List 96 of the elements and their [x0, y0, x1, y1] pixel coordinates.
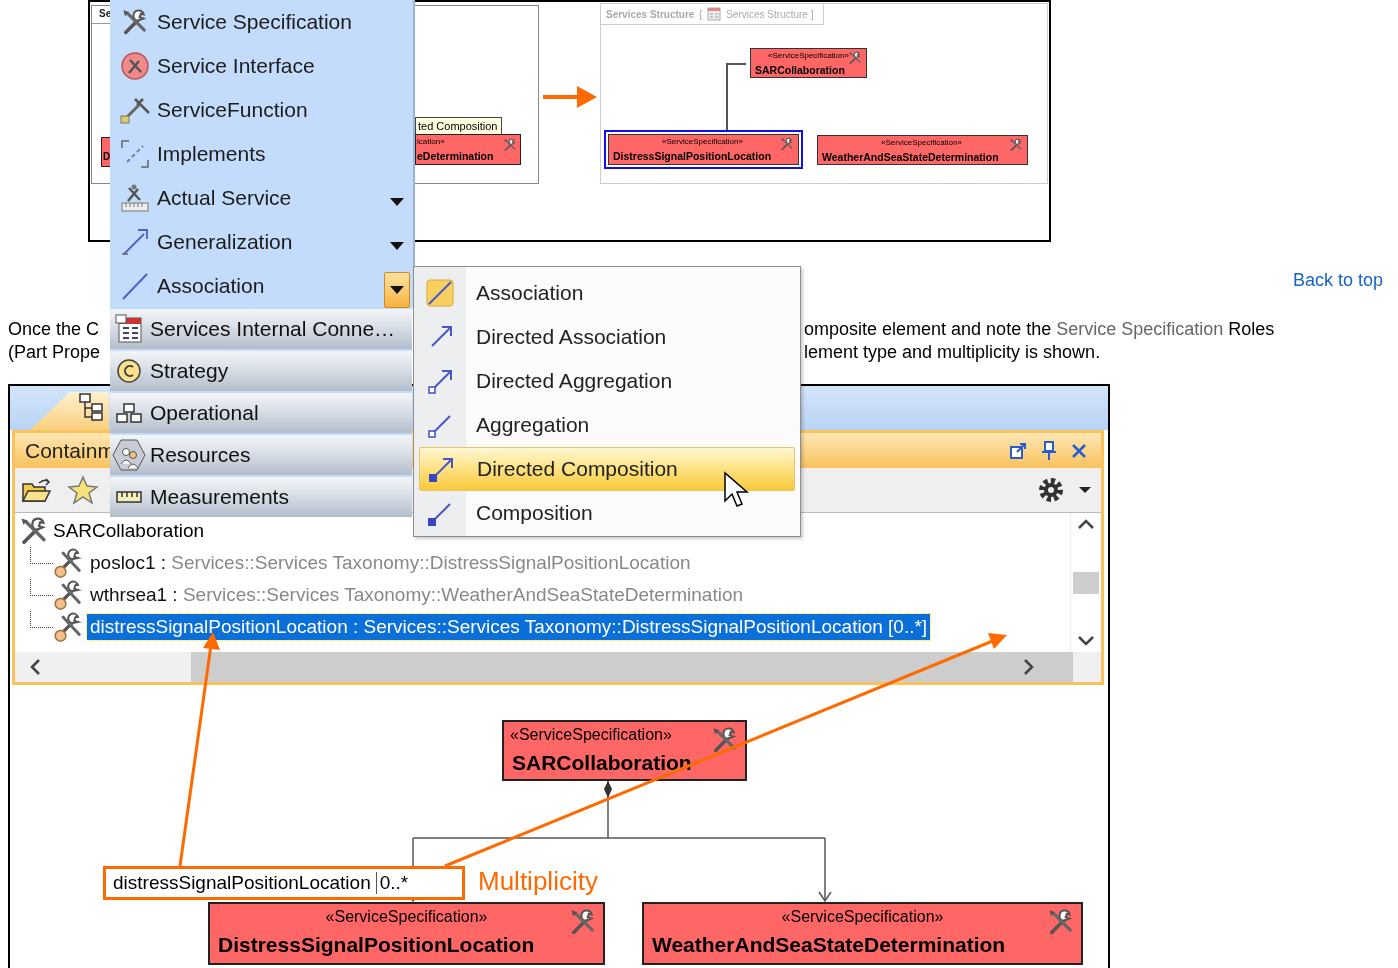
palette-item[interactable]: Association	[110, 264, 413, 308]
scroll-down-icon[interactable]	[1078, 636, 1094, 646]
tools-icon	[780, 137, 794, 151]
palette-item[interactable]: Service Specification	[110, 0, 413, 44]
mouse-pointer-icon	[723, 471, 749, 509]
palette-item[interactable]: ServiceFunction	[110, 88, 413, 132]
tree-item[interactable]: distressSignalPositionLocation : Services::Services Taxonomy::DistressSignalPositionLocation [0..*]	[87, 614, 931, 640]
block-stereotype: «ServiceSpecification»	[880, 138, 963, 147]
arrow-icon	[120, 227, 150, 257]
tools-icon	[711, 726, 739, 754]
frame-label: Se	[99, 8, 112, 19]
menu-item[interactable]: Directed Aggregation	[419, 359, 795, 403]
paragraph-text: (Part Prope	[8, 341, 101, 364]
part-icon	[53, 580, 83, 610]
circle-tools-icon	[120, 51, 150, 81]
folder-icon[interactable]	[21, 476, 53, 504]
caret-icon	[390, 242, 404, 250]
close-icon[interactable]	[1071, 442, 1087, 459]
line-icon	[120, 271, 150, 301]
paragraph-text: Once the C	[8, 318, 100, 341]
block-name: SARCollaboration	[755, 64, 845, 76]
scroll-up-icon[interactable]	[1078, 519, 1094, 529]
pin-icon[interactable]	[1041, 440, 1057, 461]
frame-title: Services Structure	[606, 8, 695, 20]
boxes-icon	[115, 402, 143, 424]
palette-group-header[interactable]: Operational	[110, 393, 412, 433]
tools-icon	[503, 138, 517, 152]
menu-item[interactable]: Association	[419, 271, 795, 315]
block-stereotype: «ServiceSpecification»	[324, 908, 489, 926]
dashed-line-icon	[120, 139, 150, 169]
palette-item[interactable]: Actual Service	[110, 176, 413, 220]
expanded-arrow-button[interactable]	[384, 272, 410, 308]
block-name: DistressSignalPositionLocation	[613, 150, 772, 162]
scrollbar-thumb[interactable]	[191, 652, 1073, 682]
part-icon	[53, 612, 83, 642]
block-name: WeatherAndSeaStateDetermination	[652, 933, 1006, 957]
block-name: SARCollaboration	[512, 751, 692, 775]
bracket: [	[699, 8, 703, 20]
palette-group-header[interactable]: Services Internal Conne…	[110, 309, 412, 349]
block-name: WeatherAndSeaStateDetermination	[822, 151, 999, 163]
caret-icon	[390, 198, 404, 206]
caret-icon	[390, 286, 404, 294]
block-stereotype: «ServiceSpecification»	[780, 908, 945, 926]
annotation-text: Multiplicity	[478, 866, 598, 897]
block-stereotype: «ServiceSpecification»	[768, 51, 847, 60]
palette-group-header[interactable]: Resources	[110, 435, 412, 475]
palette-item[interactable]: Generalization	[110, 220, 413, 264]
palette-group-header[interactable]: Strategy	[110, 351, 412, 391]
tooltip: ted Composition	[415, 117, 502, 135]
tools-icon	[119, 95, 151, 125]
menu-item[interactable]: Directed Association	[419, 315, 795, 359]
diagram-name: Services Structure ]	[726, 8, 814, 20]
tools-icon	[848, 51, 862, 65]
float-window-icon[interactable]	[1009, 441, 1027, 460]
tools-icon	[1009, 138, 1023, 152]
part-icon	[53, 548, 83, 578]
tools-icon	[569, 908, 597, 936]
caret-icon[interactable]	[1079, 486, 1091, 494]
arrow-square-icon	[426, 367, 454, 395]
block-name: eDetermination	[417, 150, 494, 162]
tools-icon	[19, 516, 49, 546]
menu-item[interactable]: Aggregation	[419, 403, 795, 447]
tree-item[interactable]: SARCollaboration	[53, 520, 205, 542]
menu-item[interactable]: Composition	[419, 491, 795, 535]
role-label: distressSignalPositionLocation 0..*	[103, 866, 465, 900]
scrollbar-thumb[interactable]	[1073, 571, 1099, 594]
glossary-link[interactable]: Service Specification	[1056, 319, 1224, 339]
star-icon[interactable]	[67, 475, 99, 505]
block-name: D	[103, 151, 111, 162]
block-stereotype: «ServiceSpecification»	[661, 137, 744, 146]
paragraph-text: omposite element and note the Service Specification Roles	[804, 318, 1275, 341]
block-stereotype: ication»	[417, 137, 445, 146]
back-to-top-link[interactable]: Back to top	[1292, 270, 1383, 318]
block-name: DistressSignalPositionLocation	[218, 933, 535, 957]
scroll-left-icon[interactable]	[29, 659, 41, 675]
paragraph-text: lement type and multiplicity is shown.	[804, 341, 1101, 364]
tools-icon	[1047, 908, 1075, 936]
palette-item[interactable]: Service Interface	[110, 44, 413, 88]
hexagon-people-icon	[112, 438, 146, 472]
block-stereotype: «ServiceSpecification»	[510, 726, 673, 744]
diagram-icon	[707, 7, 722, 21]
ruler-icon	[116, 490, 142, 504]
tree-item[interactable]: wthrsea1 : Services::Services Taxonomy::WeatherAndSeaStateDetermination	[87, 582, 746, 608]
scroll-right-icon[interactable]	[1023, 659, 1035, 675]
settings-icon[interactable]	[1037, 476, 1065, 504]
palette-item[interactable]: Implements	[110, 132, 413, 176]
tools-ruler-icon	[120, 183, 150, 213]
document-grid-icon	[114, 314, 144, 344]
arrow-filled-square-icon	[427, 455, 455, 483]
tree-item[interactable]: posloc1 : Services::Services Taxonomy::DistressSignalPositionLocation	[87, 550, 694, 576]
circle-icon	[116, 358, 142, 384]
tools-icon	[121, 8, 149, 36]
arrow-icon	[543, 86, 597, 108]
palette-group-header[interactable]: Measurements	[110, 477, 412, 517]
line-icon	[426, 279, 454, 307]
menu-item[interactable]: Directed Composition	[419, 447, 795, 491]
